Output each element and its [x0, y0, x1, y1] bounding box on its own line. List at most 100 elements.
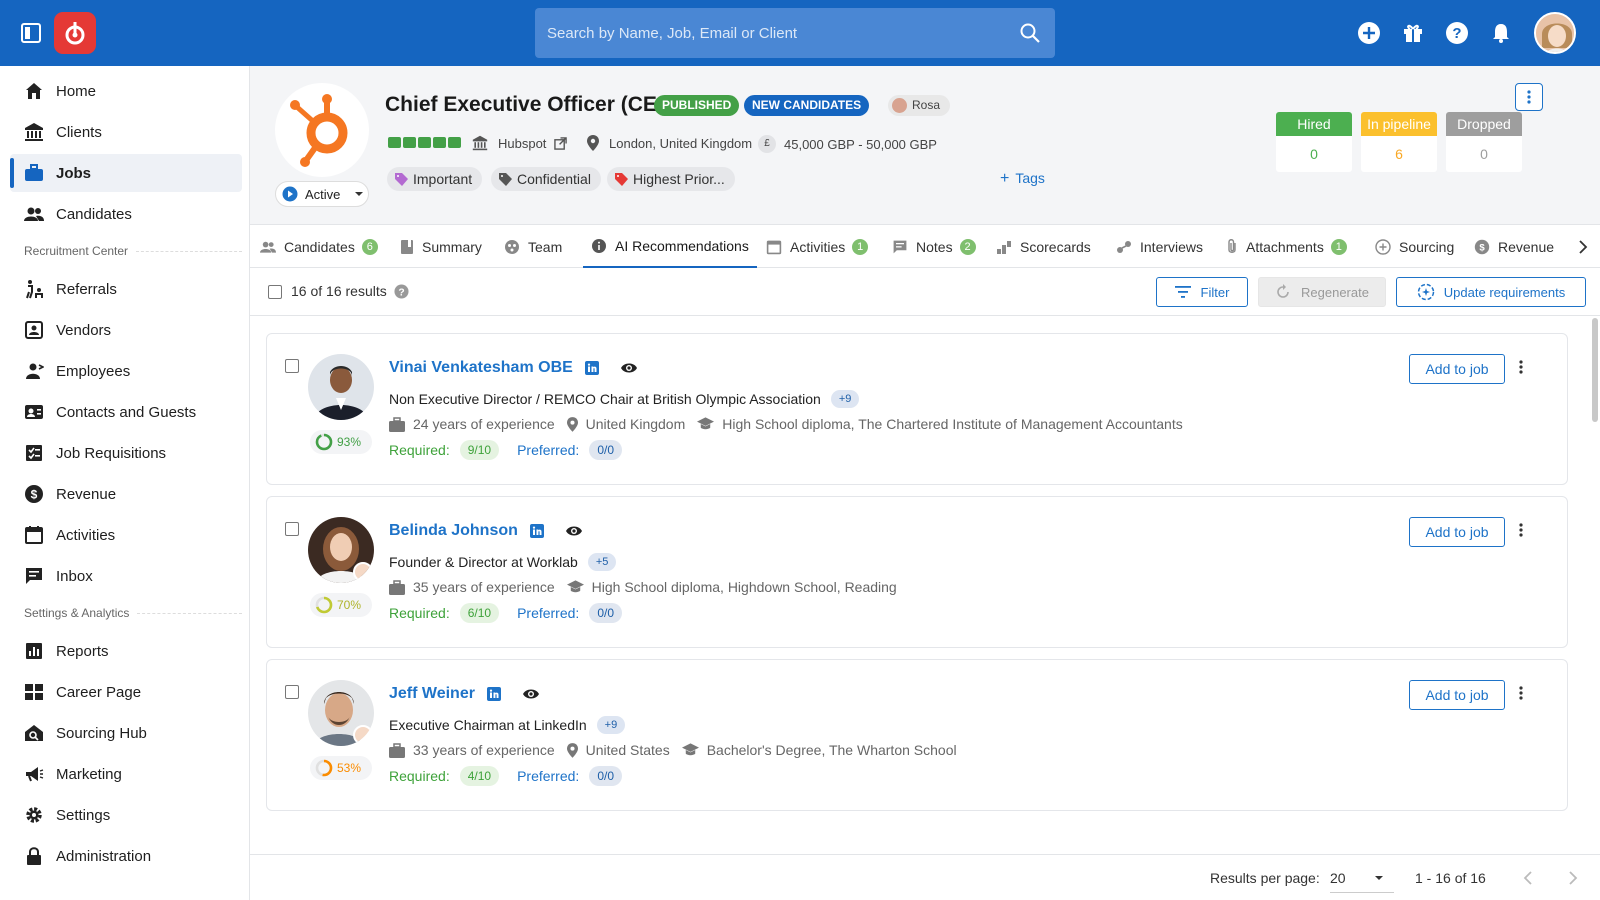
gift-icon[interactable]: [1400, 20, 1426, 46]
referral-icon: [26, 280, 43, 299]
people-icon: [260, 241, 276, 253]
sidebar-item-candidates[interactable]: Candidates: [10, 195, 242, 233]
tab-interviews[interactable]: Interviews: [1116, 225, 1203, 268]
search-icon[interactable]: [1019, 22, 1041, 44]
add-icon[interactable]: [1356, 20, 1382, 46]
tab-summary[interactable]: Summary: [400, 225, 482, 268]
candidate-checkbox[interactable]: [285, 685, 299, 699]
sidebar-item-vendors[interactable]: Vendors: [10, 311, 242, 349]
tag-important[interactable]: Important: [387, 167, 483, 191]
tag-highest-priority[interactable]: Highest Prior...: [607, 167, 735, 191]
sidebar-item-revenue[interactable]: $ Revenue: [10, 475, 242, 513]
more-positions-chip[interactable]: +9: [596, 716, 626, 734]
linkedin-icon[interactable]: [529, 524, 544, 538]
more-vertical-icon[interactable]: [1519, 360, 1523, 374]
tag-confidential[interactable]: Confidential: [491, 167, 601, 191]
pipeline-dropped[interactable]: Dropped 0: [1446, 112, 1522, 172]
add-to-job-button[interactable]: Add to job: [1409, 517, 1505, 547]
tab-ai-recommendations[interactable]: AI Recommendations: [583, 225, 757, 268]
sidebar-item-job-requisitions[interactable]: Job Requisitions: [10, 434, 242, 472]
app-logo[interactable]: [54, 12, 96, 54]
eye-icon[interactable]: [522, 688, 539, 700]
sidebar-toggle-icon[interactable]: [20, 22, 42, 44]
sidebar-item-inbox[interactable]: Inbox: [10, 557, 242, 595]
list-scrollbar[interactable]: [1592, 318, 1598, 422]
help-icon[interactable]: ?: [1444, 20, 1470, 46]
tab-revenue[interactable]: $ Revenue: [1474, 225, 1554, 268]
update-requirements-button[interactable]: Update requirements: [1396, 277, 1586, 307]
calendar-icon: [766, 240, 782, 254]
sidebar-item-contacts[interactable]: Contacts and Guests: [10, 393, 242, 431]
eye-icon[interactable]: [620, 362, 637, 374]
sidebar-item-employees[interactable]: Employees: [10, 352, 242, 390]
sidebar-item-clients[interactable]: Clients: [10, 113, 242, 151]
sidebar-item-home[interactable]: Home: [10, 72, 242, 110]
candidate-name[interactable]: Belinda Johnson: [389, 522, 582, 540]
search-input[interactable]: [547, 8, 1007, 58]
candidate-name[interactable]: Vinai Venkatesham OBE: [389, 359, 637, 377]
tab-activities[interactable]: Activities 1: [766, 225, 869, 268]
sidebar-item-marketing[interactable]: Marketing: [10, 755, 242, 793]
add-to-job-button[interactable]: Add to job: [1409, 354, 1505, 384]
pipeline-in-pipeline[interactable]: In pipeline 6: [1361, 112, 1437, 172]
tab-team[interactable]: Team: [504, 225, 562, 268]
tab-scorecards[interactable]: Scorecards: [996, 225, 1091, 268]
sidebar-item-settings[interactable]: Settings: [10, 796, 242, 834]
global-search[interactable]: [535, 8, 1055, 58]
add-tags-button[interactable]: + Tags: [1000, 170, 1045, 188]
sidebar-item-label: Sourcing Hub: [56, 724, 147, 742]
candidate-name[interactable]: Jeff Weiner: [389, 685, 539, 703]
required-score-chip[interactable]: 6/10: [459, 603, 500, 623]
preferred-score-chip[interactable]: 0/0: [589, 440, 622, 460]
user-avatar[interactable]: [1534, 12, 1576, 54]
sidebar-item-reports[interactable]: Reports: [10, 632, 242, 670]
select-all-checkbox[interactable]: [268, 285, 282, 299]
sidebar-item-referrals[interactable]: Referrals: [10, 270, 242, 308]
more-vertical-icon[interactable]: [1519, 686, 1523, 700]
external-link-icon[interactable]: [554, 136, 568, 150]
required-score-chip[interactable]: 9/10: [459, 440, 500, 460]
tabs-scroll-right[interactable]: [1578, 225, 1596, 268]
sidebar-item-jobs[interactable]: Jobs: [10, 154, 242, 192]
sidebar-item-career-page[interactable]: Career Page: [10, 673, 242, 711]
more-positions-chip[interactable]: +9: [830, 390, 860, 408]
tab-candidates[interactable]: Candidates 6: [260, 225, 378, 268]
sidebar-item-activities[interactable]: Activities: [10, 516, 242, 554]
more-positions-chip[interactable]: +5: [587, 553, 617, 571]
tab-notes[interactable]: Notes 2: [892, 225, 976, 268]
candidate-checkbox[interactable]: [285, 522, 299, 536]
linkedin-icon[interactable]: [486, 687, 501, 701]
graduation-cap-icon: [697, 417, 715, 430]
preferred-score-chip[interactable]: 0/0: [589, 766, 622, 786]
tab-attachments[interactable]: Attachments 1: [1226, 225, 1347, 268]
required-score-chip[interactable]: 4/10: [459, 766, 500, 786]
linkedin-icon[interactable]: [584, 361, 599, 375]
pipeline-hired[interactable]: Hired 0: [1276, 112, 1352, 172]
next-page-icon[interactable]: [1568, 871, 1578, 885]
company-link[interactable]: Hubspot: [472, 135, 575, 151]
candidate-avatar[interactable]: [308, 354, 374, 420]
prev-page-icon[interactable]: [1523, 871, 1533, 885]
sidebar-item-administration[interactable]: Administration: [10, 837, 242, 875]
results-per-page-select[interactable]: 20: [1330, 863, 1394, 893]
regenerate-button[interactable]: Regenerate: [1258, 277, 1386, 307]
help-icon[interactable]: ?: [394, 283, 409, 299]
bell-icon[interactable]: [1488, 20, 1514, 46]
job-owner-chip[interactable]: Rosa: [888, 95, 951, 116]
sidebar-item-sourcing-hub[interactable]: Sourcing Hub: [10, 714, 242, 752]
candidate-avatar[interactable]: [308, 680, 374, 746]
graduation-cap-icon: [566, 580, 584, 593]
filter-button[interactable]: Filter: [1156, 277, 1248, 307]
candidate-avatar[interactable]: [308, 517, 374, 583]
new-candidates-badge[interactable]: NEW CANDIDATES: [744, 95, 870, 116]
megaphone-icon: [26, 767, 44, 782]
job-more-menu-button[interactable]: [1515, 83, 1543, 111]
briefcase-icon: [389, 742, 405, 758]
preferred-score-chip[interactable]: 0/0: [589, 603, 622, 623]
eye-icon[interactable]: [565, 525, 582, 537]
tab-sourcing[interactable]: Sourcing: [1375, 225, 1454, 268]
candidate-checkbox[interactable]: [285, 359, 299, 373]
add-to-job-button[interactable]: Add to job: [1409, 680, 1505, 710]
job-status-dropdown[interactable]: Active: [275, 181, 369, 207]
more-vertical-icon[interactable]: [1519, 523, 1523, 537]
